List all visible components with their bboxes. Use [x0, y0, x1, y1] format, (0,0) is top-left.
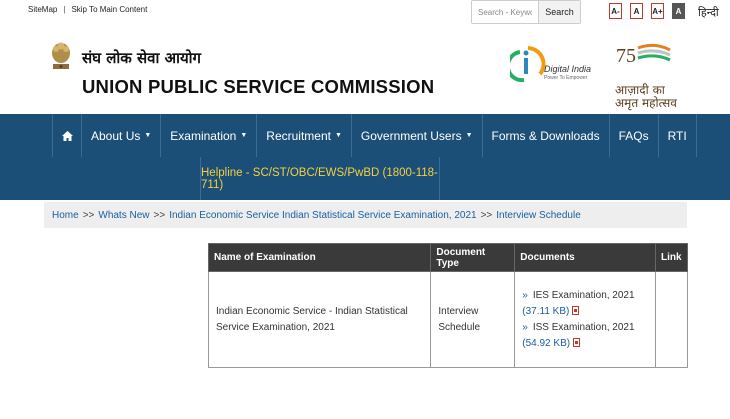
- digital-india-tagline: Power To Empower: [544, 75, 588, 81]
- nav-government-users-label: Government Users: [360, 128, 462, 143]
- search-box: Search: [471, 0, 581, 24]
- pdf-icon[interactable]: [573, 337, 581, 347]
- chevron-down-icon: ▼: [144, 132, 152, 139]
- breadcrumb: Home >> Whats New >> Indian Economic Ser…: [44, 202, 687, 228]
- chevron-down-icon: ▼: [334, 132, 342, 139]
- digital-india-text: Digital India: [544, 64, 592, 74]
- bullet-icon: »: [522, 321, 528, 333]
- pdf-icon[interactable]: [572, 305, 580, 315]
- high-contrast-button[interactable]: A: [672, 3, 685, 19]
- national-emblem-icon: [52, 42, 70, 69]
- bullet-icon: »: [522, 289, 528, 301]
- table-header-row: Name of Examination Document Type Docume…: [207, 243, 689, 272]
- language-toggle[interactable]: हिन्दी: [698, 5, 719, 20]
- table-row: Indian Economic Service - Indian Statist…: [207, 271, 689, 368]
- col-header-name: Name of Examination: [207, 243, 432, 272]
- skip-to-content-link[interactable]: Skip To Main Content: [71, 5, 147, 14]
- nav-faqs-label: FAQs: [618, 128, 649, 143]
- helpline-link[interactable]: Helpline - SC/ST/OBC/EWS/PwBD (1800-118-…: [200, 157, 440, 200]
- nav-about-us-label: About Us: [91, 128, 141, 143]
- document-entry-iss: » ISS Examination, 2021 (54.92 KB): [522, 320, 648, 352]
- breadcrumb-exam[interactable]: Indian Economic Service Indian Statistic…: [169, 210, 476, 221]
- documents-cell: » IES Examination, 2021 (37.11 KB) » ISS E…: [514, 271, 656, 368]
- nav-examination-label: Examination: [170, 128, 237, 143]
- search-button[interactable]: Search: [539, 1, 580, 23]
- nav-home[interactable]: [52, 114, 82, 157]
- font-normal-button[interactable]: A: [630, 3, 643, 19]
- breadcrumb-separator: >>: [82, 209, 95, 221]
- font-increase-button[interactable]: A+: [651, 3, 664, 19]
- nav-menu: About Us ▼ Examination ▼ Recruitment ▼ Gove…: [52, 114, 697, 157]
- document-link-iss[interactable]: ISS Examination, 2021: [533, 322, 635, 333]
- nav-faqs[interactable]: FAQs: [610, 114, 659, 157]
- nav-examination[interactable]: Examination ▼: [161, 114, 258, 157]
- nav-forms-downloads-label: Forms & Downloads: [491, 128, 600, 143]
- top-utility-bar: SiteMap | Skip To Main Content Search A- A…: [0, 0, 730, 26]
- breadcrumb-home[interactable]: Home: [52, 210, 79, 221]
- col-header-link: Link: [654, 243, 689, 272]
- search-input[interactable]: [472, 1, 539, 23]
- font-size-controls: A- A A+ A: [609, 3, 685, 19]
- nav-recruitment-label: Recruitment: [266, 128, 331, 143]
- doc-type-cell: Interview Schedule: [430, 271, 516, 368]
- breadcrumb-separator: >>: [153, 209, 166, 221]
- document-entry-ies: » IES Examination, 2021 (37.11 KB): [522, 288, 648, 320]
- exam-name-cell: Indian Economic Service - Indian Statist…: [207, 271, 432, 368]
- sitemap-link[interactable]: SiteMap: [28, 5, 57, 14]
- nav-government-users[interactable]: Government Users ▼: [352, 114, 483, 157]
- col-header-doc-type: Document Type: [430, 243, 516, 272]
- nav-rti-label: RTI: [667, 128, 687, 143]
- chevron-down-icon: ▼: [465, 132, 473, 139]
- chevron-down-icon: ▼: [240, 132, 248, 139]
- nav-rti[interactable]: RTI: [659, 114, 697, 157]
- top-link-separator: |: [63, 5, 66, 14]
- top-links: SiteMap | Skip To Main Content: [28, 5, 147, 14]
- document-size-iss[interactable]: (54.92 KB): [522, 338, 570, 349]
- azadi-text: आज़ादी का अमृत महोत्सव: [615, 83, 677, 110]
- breadcrumb-whats-new[interactable]: Whats New: [98, 210, 149, 221]
- azadi-number: 75: [616, 45, 636, 67]
- breadcrumb-separator: >>: [480, 209, 493, 221]
- org-name-hindi: संघ लोक सेवा आयोग: [82, 49, 201, 67]
- nav-about-us[interactable]: About Us ▼: [82, 114, 162, 157]
- col-header-documents: Documents: [514, 243, 656, 272]
- home-icon: [61, 130, 73, 141]
- nav-forms-downloads[interactable]: Forms & Downloads: [483, 114, 610, 157]
- document-size-ies[interactable]: (37.11 KB): [522, 306, 569, 317]
- link-cell: [654, 271, 689, 368]
- font-decrease-button[interactable]: A-: [609, 3, 622, 19]
- exam-documents-table: Name of Examination Document Type Docume…: [207, 243, 689, 368]
- breadcrumb-current[interactable]: Interview Schedule: [496, 210, 581, 221]
- nav-recruitment[interactable]: Recruitment ▼: [257, 114, 352, 157]
- org-name[interactable]: UNION PUBLIC SERVICE COMMISSION: [82, 76, 434, 98]
- document-link-ies[interactable]: IES Examination, 2021: [533, 290, 635, 301]
